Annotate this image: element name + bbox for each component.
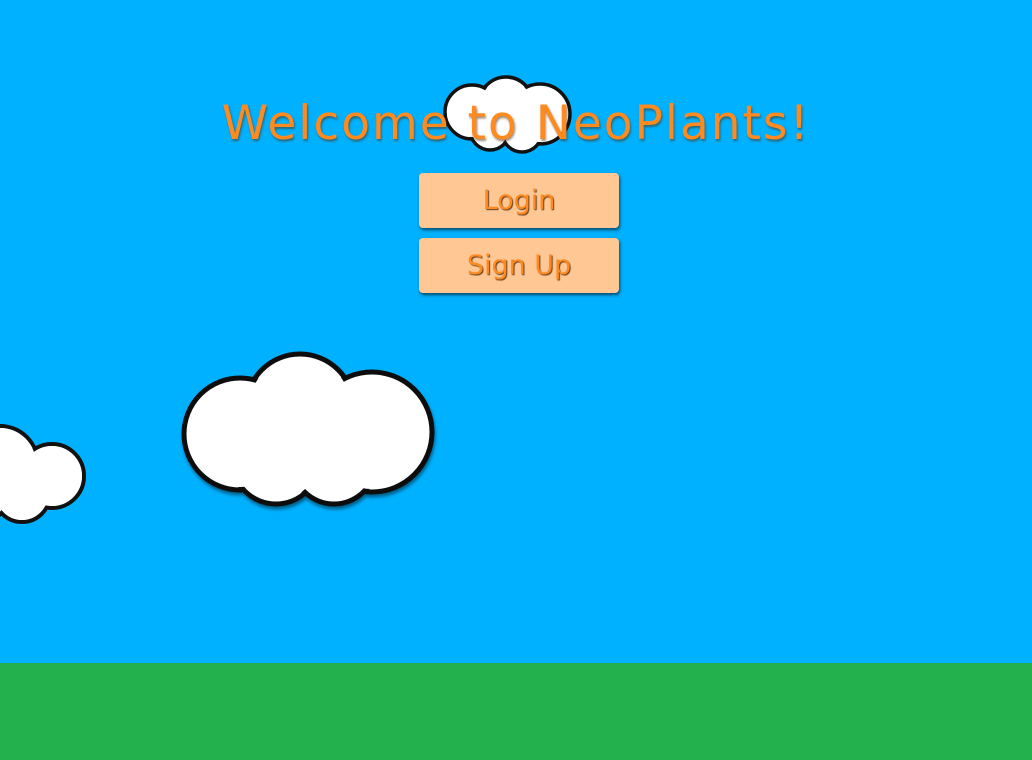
cloud-large	[181, 351, 435, 507]
page-title: Welcome to NeoPlants!	[221, 96, 811, 151]
ground-grass	[0, 663, 1032, 760]
signup-button[interactable]: Sign Up	[419, 238, 619, 293]
login-button[interactable]: Login	[419, 173, 619, 228]
cloud-left	[0, 424, 86, 524]
